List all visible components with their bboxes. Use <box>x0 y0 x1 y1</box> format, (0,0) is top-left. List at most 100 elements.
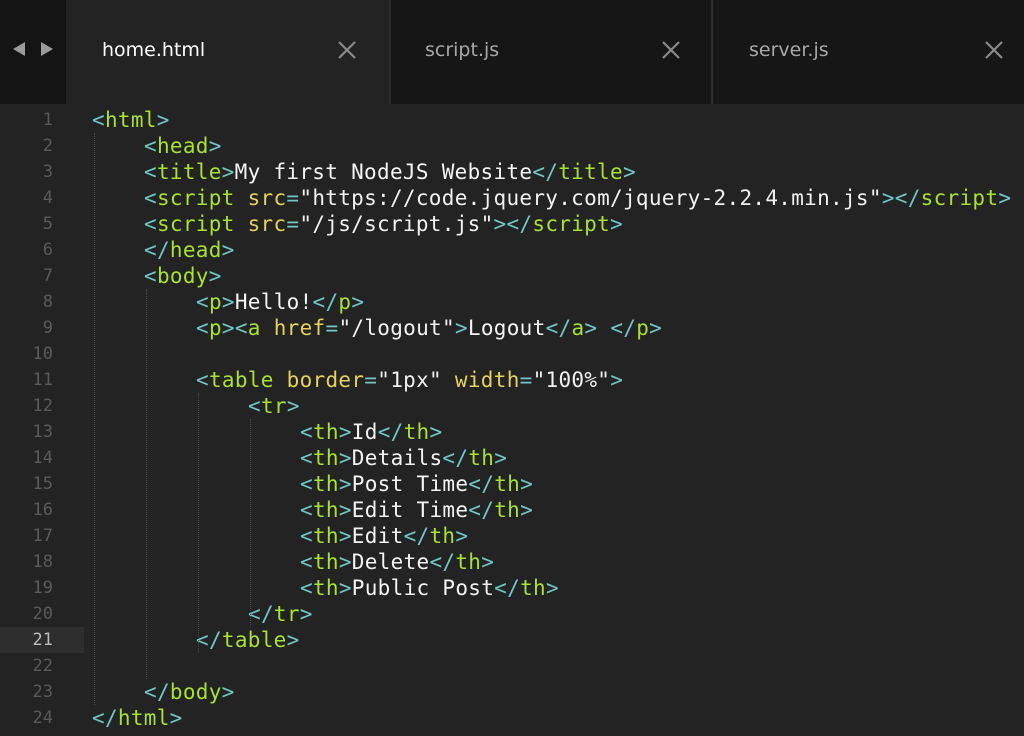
code-line-content: </table> <box>196 627 300 653</box>
code-punctuation: > <box>221 680 235 704</box>
tab-script-js[interactable]: script.js <box>391 0 711 104</box>
code-line[interactable]: 23 </body> <box>0 679 1024 705</box>
code-punctuation: ></ <box>493 212 533 236</box>
code-punctuation: </ <box>196 628 222 652</box>
code-tag-name: th <box>403 420 430 444</box>
code-line[interactable]: 16 <th>Edit Time</th> <box>0 497 1024 523</box>
code-punctuation: > <box>520 472 534 496</box>
code-text: Edit Time <box>351 498 469 522</box>
code-punctuation: < <box>300 498 313 522</box>
code-punctuation: < <box>248 394 261 418</box>
code-line[interactable]: 14 <th>Details</th> <box>0 445 1024 471</box>
line-number: 19 <box>32 578 53 598</box>
code-line-content: </head> <box>144 237 235 263</box>
code-line[interactable]: 24 </html> <box>0 705 1024 731</box>
code-line[interactable]: 7 <body> <box>0 263 1024 289</box>
code-punctuation: < <box>144 264 157 288</box>
line-number: 14 <box>32 448 53 468</box>
close-icon[interactable] <box>984 40 1004 60</box>
code-punctuation: > <box>221 160 235 184</box>
indent-guide <box>94 133 95 705</box>
code-punctuation: > <box>998 186 1012 210</box>
code-line-content: <title>My first NodeJS Website</title> <box>144 159 636 185</box>
line-number: 16 <box>32 500 53 520</box>
close-icon[interactable] <box>661 40 681 60</box>
code-punctuation: > <box>429 420 443 444</box>
tab-navigation <box>0 0 66 104</box>
code-punctuation: </ <box>468 472 495 496</box>
code-punctuation: < <box>144 134 157 158</box>
code-text: Public Post <box>351 576 495 600</box>
code-punctuation: < <box>196 290 209 314</box>
code-line[interactable]: 1 <html> <box>0 107 1024 133</box>
code-line[interactable]: 6 </head> <box>0 237 1024 263</box>
code-line[interactable]: 9 <p><a href="/logout">Logout</a> </p> <box>0 315 1024 341</box>
code-line[interactable]: 13 <th>Id</th> <box>0 419 1024 445</box>
code-line[interactable]: 22 <box>0 653 1024 679</box>
code-line[interactable]: 21 </table> <box>0 627 1024 653</box>
code-punctuation: < <box>300 576 313 600</box>
code-punctuation: ></ <box>881 186 921 210</box>
code-tag-name: script <box>532 212 611 236</box>
code-line[interactable]: 10 <box>0 341 1024 367</box>
code-line[interactable]: 3 <title>My first NodeJS Website</title> <box>0 159 1024 185</box>
code-line[interactable]: 18 <th>Delete</th> <box>0 549 1024 575</box>
code-line[interactable]: 20 </tr> <box>0 601 1024 627</box>
close-icon[interactable] <box>337 40 357 60</box>
code-punctuation: </ <box>494 576 521 600</box>
line-number: 9 <box>42 318 53 338</box>
line-number: 5 <box>42 214 53 234</box>
code-area[interactable]: 1 <html> 2 <head> 3 <title>My first NodeJS We… <box>0 104 1024 736</box>
code-attribute: src <box>247 186 287 210</box>
line-number: 8 <box>42 292 53 312</box>
tab-server-js[interactable]: server.js <box>714 0 1024 104</box>
line-number: 1 <box>42 110 53 130</box>
code-punctuation: > <box>338 576 352 600</box>
code-tag-name: tr <box>273 602 300 626</box>
tab-label: home.html <box>102 39 206 61</box>
code-punctuation: < <box>300 524 313 548</box>
code-line[interactable]: 19 <th>Public Post</th> <box>0 575 1024 601</box>
code-line-content: <th>Public Post</th> <box>300 575 559 601</box>
code-punctuation: </ <box>468 498 495 522</box>
code-line[interactable]: 17 <th>Edit</th> <box>0 523 1024 549</box>
line-number: 6 <box>42 240 53 260</box>
code-tag-name: p <box>636 316 650 340</box>
code-text: Delete <box>351 550 430 574</box>
code-punctuation: >< <box>221 316 248 340</box>
code-line[interactable]: 15 <th>Post Time</th> <box>0 471 1024 497</box>
arrow-left-icon[interactable] <box>13 42 25 56</box>
code-tag-name: th <box>312 576 339 600</box>
code-tag-name: table <box>221 628 287 652</box>
code-punctuation: > <box>338 446 352 470</box>
code-line[interactable]: 8 <p>Hello!</p> <box>0 289 1024 315</box>
code-tag-name: script <box>156 212 235 236</box>
line-number: 17 <box>32 526 53 546</box>
code-string: "/js/script.js" <box>299 212 494 236</box>
code-punctuation: > <box>338 420 352 444</box>
code-tag-name: th <box>312 446 339 470</box>
code-punctuation: > <box>221 290 235 314</box>
code-line[interactable]: 4 <script src="https://code.jquery.com/jq… <box>0 185 1024 211</box>
code-line[interactable]: 12 <tr> <box>0 393 1024 419</box>
line-number: 20 <box>32 604 53 624</box>
code-punctuation: > <box>454 316 468 340</box>
code-line[interactable]: 5 <script src="/js/script.js"></script> <box>0 211 1024 237</box>
code-punctuation: </ <box>403 524 430 548</box>
code-line-content: <th>Edit Time</th> <box>300 497 533 523</box>
code-line-content: </body> <box>144 679 235 705</box>
tab-home-html[interactable]: home.html <box>66 0 389 104</box>
code-text: Hello! <box>234 290 313 314</box>
code-text: Details <box>351 446 443 470</box>
tab-divider <box>711 0 713 104</box>
code-line[interactable]: 2 <head> <box>0 133 1024 159</box>
code-tag-name: html <box>117 706 170 730</box>
code-punctuation: > <box>649 316 663 340</box>
code-punctuation: </ <box>144 238 170 262</box>
code-line[interactable]: 11 <table border="1px" width="100%"> <box>0 367 1024 393</box>
line-number: 2 <box>42 136 53 156</box>
code-punctuation: > <box>299 602 313 626</box>
arrow-right-icon[interactable] <box>41 42 53 56</box>
